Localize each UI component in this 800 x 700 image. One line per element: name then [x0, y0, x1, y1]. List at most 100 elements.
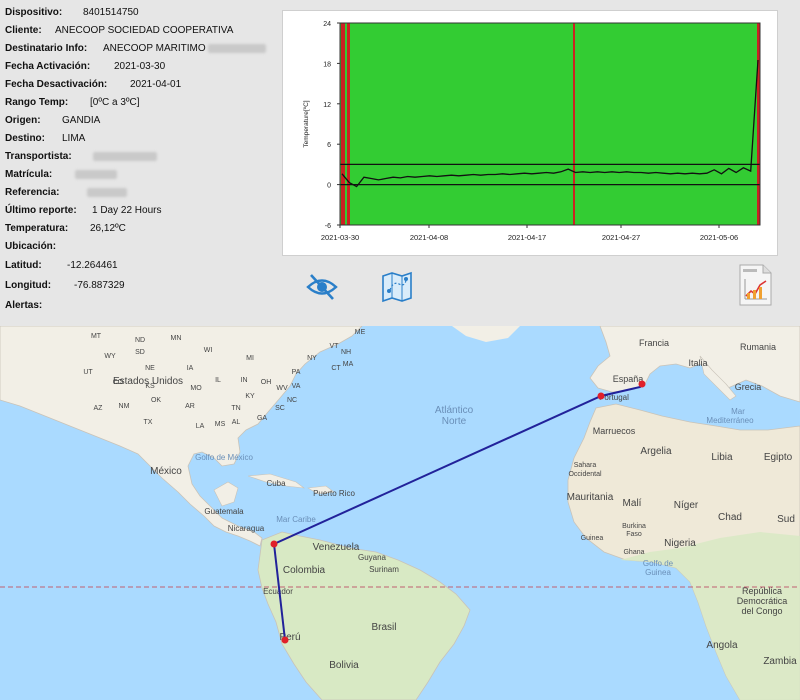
- label-golfo-guinea: Guinea: [645, 568, 671, 577]
- origen-row: Origen: GANDIA: [5, 115, 100, 131]
- us-state-label: SD: [135, 349, 145, 356]
- label-mar: Mar: [731, 407, 745, 416]
- ultimo-reporte-value: 1 Day 22 Hours: [92, 205, 162, 216]
- referencia-row: Referencia:: [5, 187, 127, 203]
- destino-row: Destino: LIMA: [5, 133, 85, 149]
- us-state-label: AZ: [94, 405, 104, 412]
- destino-value: LIMA: [62, 133, 86, 144]
- chart-y-tick-label: 0: [327, 183, 331, 190]
- label-chad: Chad: [718, 512, 742, 523]
- label-burkina: Burkina: [622, 523, 646, 530]
- us-state-label: CT: [331, 365, 341, 372]
- label-espana: España: [613, 374, 644, 384]
- chart-alert-band: [343, 23, 345, 225]
- redacted-text: [87, 187, 127, 197]
- redacted-text: [208, 43, 267, 53]
- us-state-label: MS: [215, 421, 226, 428]
- us-state-label: KS: [145, 383, 155, 390]
- us-state-label: OH: [261, 379, 272, 386]
- transportista-value: [93, 151, 157, 162]
- us-state-label: WY: [104, 353, 116, 360]
- referencia-value: [87, 187, 127, 198]
- fecha-desactivacion-row: Fecha Desactivación: 2021-04-01: [5, 79, 181, 95]
- label-cuba: Cuba: [266, 479, 286, 488]
- chart-plot-area: [340, 23, 760, 225]
- label-puerto-rico: Puerto Rico: [313, 489, 355, 498]
- dispositivo-row: Dispositivo: 8401514750: [5, 7, 139, 23]
- us-state-label: OK: [151, 397, 161, 404]
- us-state-label: KY: [245, 393, 255, 400]
- map-route-icon: [382, 271, 412, 303]
- us-state-label: ND: [135, 337, 145, 344]
- label-argelia: Argelia: [640, 446, 672, 457]
- label-zambia: Zambia: [763, 656, 797, 667]
- us-state-label: SC: [275, 405, 285, 412]
- chart-x-tick-label: 2021-04-27: [602, 233, 640, 242]
- route-marker-gandia[interactable]: [638, 380, 646, 388]
- us-state-label: VA: [292, 383, 301, 390]
- us-state-label: NY: [307, 355, 317, 362]
- us-state-label: MO: [190, 385, 202, 392]
- us-state-label: IA: [187, 365, 194, 372]
- label-egipto: Egipto: [764, 452, 793, 463]
- label-angola: Angola: [706, 640, 738, 651]
- label-sahara: Sahara: [574, 462, 597, 469]
- alertas-row: Alertas:: [5, 300, 42, 316]
- chart-alert-band: [341, 23, 343, 225]
- label-nigeria: Nigeria: [664, 538, 696, 549]
- destinatario-value: ANECOOP MARITIMO: [103, 43, 267, 54]
- map-canvas[interactable]: Estados Unidos México Golfo de México Cu…: [0, 326, 800, 700]
- us-state-label: IN: [241, 377, 248, 384]
- tracking-map[interactable]: Estados Unidos México Golfo de México Cu…: [0, 326, 800, 700]
- us-state-label: MT: [91, 333, 102, 340]
- ultimo-reporte-row: Último reporte: 1 Day 22 Hours: [5, 205, 161, 221]
- us-state-label: WI: [204, 347, 213, 354]
- latitud-label: Latitud:: [5, 260, 42, 271]
- us-state-label: NH: [341, 349, 351, 356]
- us-state-label: GA: [257, 415, 267, 422]
- label-bolivia: Bolivia: [329, 660, 359, 671]
- matricula-row: Matrícula:: [5, 169, 117, 185]
- device-info-panel: Dispositivo: 8401514750 Cliente: ANECOOP S…: [0, 0, 800, 326]
- chart-y-tick-label: 12: [323, 102, 331, 109]
- us-state-label: MI: [246, 355, 254, 362]
- destino-label: Destino:: [5, 133, 45, 144]
- label-grecia: Grecia: [735, 382, 762, 392]
- label-francia: Francia: [639, 338, 669, 348]
- label-brasil: Brasil: [371, 622, 396, 633]
- label-atlantico: Atlántico: [435, 405, 474, 416]
- hide-chart-button[interactable]: [305, 272, 339, 302]
- route-marker-colombia[interactable]: [270, 540, 278, 548]
- us-state-label: LA: [196, 423, 205, 430]
- longitud-label: Longitud:: [5, 280, 52, 291]
- matricula-value: [75, 169, 117, 180]
- chart-y-tick-label: -6: [325, 223, 331, 230]
- label-nicaragua: Nicaragua: [228, 524, 265, 533]
- label-mediterraneo: Mediterráneo: [706, 416, 754, 425]
- chart-y-tick-label: 6: [327, 142, 331, 149]
- label-occidental: Occidental: [568, 471, 602, 478]
- download-report-button[interactable]: [737, 263, 773, 307]
- us-state-label: IL: [215, 377, 221, 384]
- chart-x-tick-label: 2021-05-06: [700, 233, 738, 242]
- us-state-label: CO: [113, 379, 124, 386]
- show-route-button[interactable]: [381, 271, 413, 303]
- label-guyana: Guyana: [358, 553, 387, 562]
- label-rumania: Rumania: [740, 342, 776, 352]
- matricula-label: Matrícula:: [5, 169, 53, 180]
- label-venezuela: Venezuela: [313, 542, 360, 553]
- chart-x-tick-label: 2021-04-17: [508, 233, 546, 242]
- chart-y-axis-label: Temperature[ºC]: [303, 100, 310, 147]
- temperatura-row: Temperatura: 26,12ºC: [5, 223, 126, 239]
- label-sudan: Sud: [777, 514, 795, 525]
- us-state-label: AR: [185, 403, 195, 410]
- label-colombia: Colombia: [283, 565, 326, 576]
- us-state-label: TX: [144, 419, 153, 426]
- ultimo-reporte-label: Último reporte:: [5, 205, 77, 216]
- fecha-desactivacion-value: 2021-04-01: [130, 79, 182, 90]
- us-state-label: ME: [355, 329, 366, 336]
- rango-temp-row: Rango Temp: [0ºC a 3ºC]: [5, 97, 140, 113]
- route-marker-portugal[interactable]: [597, 392, 605, 400]
- route-marker-lima[interactable]: [281, 636, 289, 644]
- cliente-row: Cliente: ANECOOP SOCIEDAD COOPERATIVA: [5, 25, 233, 41]
